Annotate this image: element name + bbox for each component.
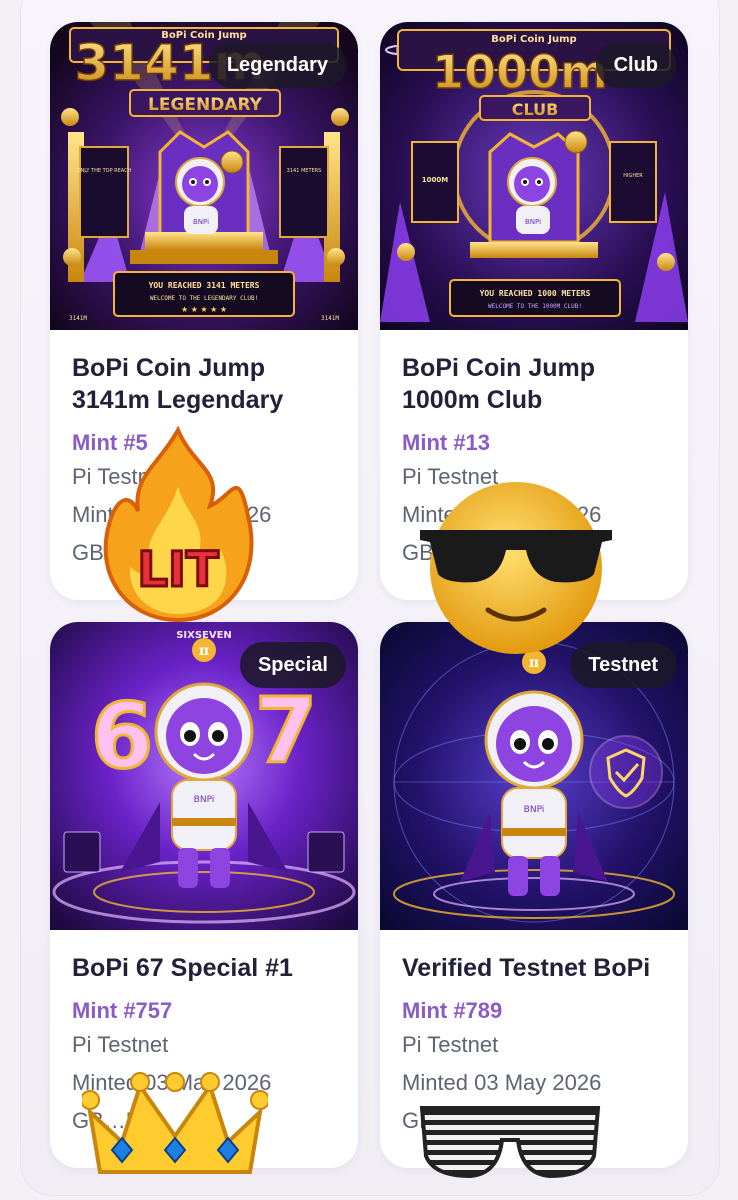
nft-image-club[interactable]: BoPi Coin Jump 1000m CLUB 1000M HIGHER B… [380,22,688,330]
art-right-sign: HIGHER [623,173,643,179]
card-title[interactable]: BoPi 67 Special #1 [72,952,336,984]
art-big-number: 1000m [432,45,608,99]
card-title[interactable]: BoPi Coin Jump 3141m Legendary [72,352,336,416]
network-label: Pi Testnet [402,1032,499,1057]
art-left-sign: ONLY THE TOP REACH [77,168,132,174]
art-plaque-line1: YOU REACHED 1000 METERS [480,289,591,298]
art-chest-label: BNPi [194,795,215,805]
network-label: Pi Testnet [72,1032,169,1057]
nft-image-testnet[interactable]: π BNPi Testnet [380,622,688,930]
art-corner-left: 3141M [69,315,87,322]
badge-legendary: Legendary [208,42,346,88]
sunglasses-face-sticker [420,482,612,654]
art-chest-label: BNPi [524,805,545,815]
mint-number: Mint #789 [402,998,503,1023]
art-plaque-line2: WELCOME TO THE 1000M CLUB! [488,303,582,310]
badge-special: Special [239,642,346,688]
nft-image-legendary[interactable]: ONLY THE TOP REACH 3141 METERS BoPi Coin… [50,22,358,330]
lit-fire-sticker: LIT [103,426,254,623]
art-subtitle: CLUB [512,100,559,119]
art-plaque-line2: WELCOME TO THE LEGENDARY CLUB! [150,295,258,302]
art-stars: ★ ★ ★ ★ ★ [181,305,227,314]
art-corner-right: 3141M [321,315,339,322]
art-plaque-line1: YOU REACHED 3141 METERS [149,281,260,290]
crown-sticker [82,1072,268,1174]
art-digit-right: 7 [255,679,318,784]
shutter-shades-sticker [419,1106,601,1179]
card-title[interactable]: BoPi Coin Jump 1000m Club [402,352,666,416]
nft-card-testnet[interactable]: π BNPi Testnet Verified Testnet BoPi Min… [380,622,688,1168]
art-digit-left: 6 [91,684,154,789]
art-left-sign: 1000M [422,176,448,184]
art-chest-label: BNPi [193,218,209,226]
mint-number: Mint #757 [72,998,173,1023]
lit-text: LIT [137,542,218,598]
nft-image-special[interactable]: SIXSEVEN 6 7 π BNPi Special [50,622,358,930]
badge-club: Club [595,42,676,88]
art-right-sign: 3141 METERS [287,168,322,174]
minted-date: Minted 03 May 2026 [402,1070,602,1095]
art-pi-coin: π [199,643,209,659]
art-subtitle: LEGENDARY [148,95,263,115]
card-title[interactable]: Verified Testnet BoPi [402,952,666,984]
art-banner-top: BoPi Coin Jump [491,34,576,45]
art-chest-label: BNPi [525,218,541,226]
mint-number: Mint #13 [402,430,491,455]
